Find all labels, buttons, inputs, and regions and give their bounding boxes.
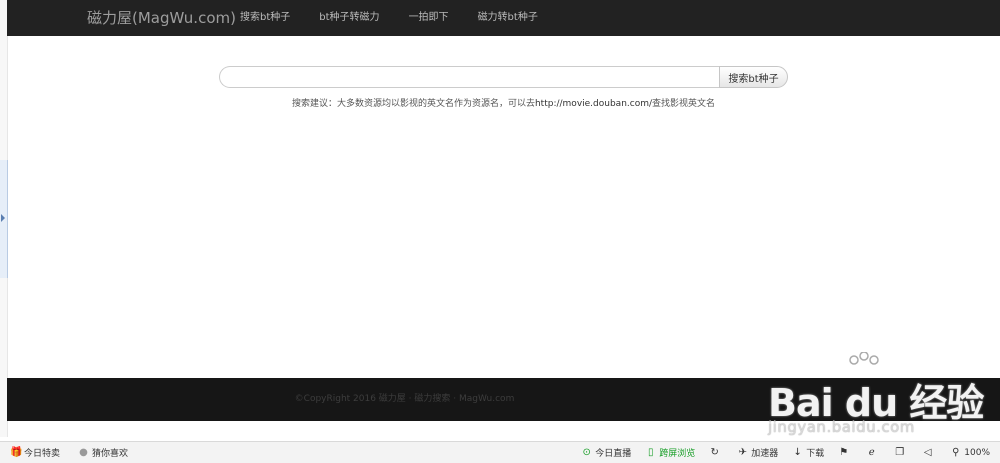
status-window[interactable]: ❐	[894, 442, 908, 463]
ie-icon: ℯ	[868, 447, 875, 458]
footer-copyright: ©CopyRight 2016 磁力屋 · 磁力搜索 · MagWu.com	[294, 394, 515, 404]
nav-link-search-bt[interactable]: 搜索bt种子	[229, 0, 301, 36]
search-form: 搜索bt种子	[219, 66, 788, 88]
status-label: 今日直播	[595, 449, 632, 459]
nav-link-bt-to-magnet[interactable]: bt种子转磁力	[308, 0, 390, 36]
flag-icon: ⚑	[839, 447, 849, 458]
window-icon: ❐	[895, 447, 905, 458]
status-label: 今日特卖	[24, 449, 61, 459]
status-volume[interactable]: ◁	[922, 442, 936, 463]
gift-icon: 🎁	[10, 447, 23, 458]
watermark-url: jingyan.baidu.com	[768, 418, 915, 436]
top-navbar: 磁力屋(MagWu.com) 搜索bt种子 bt种子转磁力 一拍即下 磁力转bt…	[7, 0, 1000, 36]
sidebar-toggle-tab[interactable]	[0, 160, 8, 278]
search-input[interactable]	[219, 66, 734, 88]
search-tip-suffix: 查找影视英文名	[652, 99, 716, 109]
speaker-icon: ◁	[923, 447, 932, 458]
browser-statusbar: 🎁 今日特卖 ● 猜你喜欢 ⊙ 今日直播 ▯ 跨屏浏览 ↻ ✈ 加速器 ↓ 下载…	[0, 441, 1000, 463]
dot-icon: ●	[79, 447, 88, 458]
rocket-icon: ✈	[738, 447, 747, 458]
search-tip: 搜索建议：大多数资源均以影视的英文名作为资源名，可以去http://movie.…	[0, 96, 1000, 109]
status-label: 猜你喜欢	[92, 449, 129, 459]
status-guess-like[interactable]: ● 猜你喜欢	[78, 442, 128, 463]
nav-links: 搜索bt种子 bt种子转磁力 一拍即下 磁力转bt种子	[229, 0, 549, 36]
status-cross-screen[interactable]: ▯ 跨屏浏览	[645, 442, 695, 463]
status-accelerator[interactable]: ✈ 加速器	[737, 442, 779, 463]
brand-link[interactable]: 磁力屋(MagWu.com)	[87, 0, 236, 36]
status-label: 跨屏浏览	[659, 449, 696, 459]
status-zoom[interactable]: ⚲ 100%	[950, 442, 990, 463]
nav-link-one-click[interactable]: 一拍即下	[398, 0, 460, 36]
search-button[interactable]: 搜索bt种子	[719, 66, 788, 88]
zoom-icon: ⚲	[952, 447, 960, 458]
baidu-jingyan-watermark: Bai du 经验 jingyan.baidu.com	[768, 352, 992, 442]
refresh-icon: ↻	[710, 447, 719, 458]
status-label: 下载	[806, 449, 825, 459]
expand-arrow-icon	[1, 214, 5, 222]
douban-link[interactable]: http://movie.douban.com/	[535, 99, 652, 109]
status-today-sale[interactable]: 🎁 今日特卖	[10, 442, 60, 463]
play-icon: ⊙	[582, 447, 591, 458]
status-ie[interactable]: ℯ	[866, 442, 880, 463]
statusbar-right: ⊙ 今日直播 ▯ 跨屏浏览 ↻ ✈ 加速器 ↓ 下载 ⚑ ℯ ❐ ◁ ⚲ 100…	[581, 442, 1000, 463]
status-live[interactable]: ⊙ 今日直播	[581, 442, 632, 463]
status-label: 100%	[964, 447, 990, 458]
download-icon: ↓	[793, 447, 802, 458]
status-refresh[interactable]: ↻	[709, 442, 723, 463]
status-label: 加速器	[751, 449, 779, 459]
status-flag[interactable]: ⚑	[838, 442, 852, 463]
search-tip-prefix: 搜索建议：大多数资源均以影视的英文名作为资源名，可以去	[291, 99, 535, 109]
phone-icon: ▯	[647, 447, 654, 458]
status-download[interactable]: ↓ 下载	[792, 442, 825, 463]
nav-link-magnet-to-bt[interactable]: 磁力转bt种子	[467, 0, 549, 36]
